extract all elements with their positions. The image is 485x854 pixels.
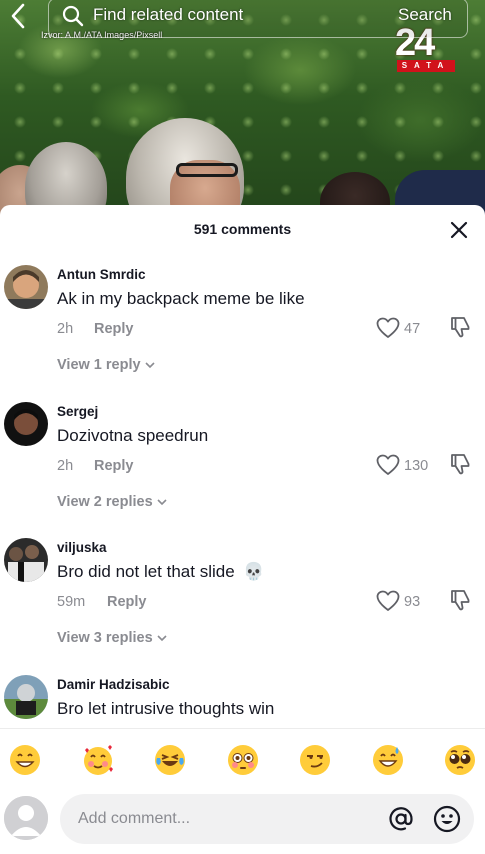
like-count: 130 xyxy=(404,458,429,474)
search-placeholder[interactable]: Find related content xyxy=(93,5,243,25)
emoji-picker-icon[interactable] xyxy=(433,805,461,833)
comment-timestamp: 2h xyxy=(57,458,74,474)
like-count: 47 xyxy=(404,321,421,337)
video-person-glasses xyxy=(176,163,238,177)
avatar[interactable] xyxy=(4,675,48,719)
comment-username[interactable]: Antun Smrdic xyxy=(57,267,146,282)
reply-button[interactable]: Reply xyxy=(107,594,147,610)
view-replies-button[interactable]: View 2 replies xyxy=(57,494,167,510)
comment-item: viljuska Bro did not let that slide 💀 59… xyxy=(0,538,485,674)
avatar[interactable] xyxy=(4,265,48,309)
like-count: 93 xyxy=(404,594,421,610)
comment-timestamp: 59m xyxy=(57,594,86,610)
avatar[interactable] xyxy=(4,402,48,446)
comment-text: Bro let intrusive thoughts win xyxy=(57,699,275,718)
search-icon xyxy=(62,5,84,27)
broadcaster-logo-bar: SATA xyxy=(397,60,455,72)
view-replies-button[interactable]: View 3 replies xyxy=(57,630,167,646)
chevron-down-icon xyxy=(157,635,167,642)
avatar[interactable] xyxy=(4,538,48,582)
chevron-down-icon xyxy=(157,499,167,506)
view-replies-button[interactable]: View 1 reply xyxy=(57,357,155,373)
mention-icon[interactable] xyxy=(388,806,414,832)
comment-text: Dozivotna speedrun xyxy=(57,426,209,445)
comment-count: 591 comments xyxy=(193,221,292,237)
reply-button[interactable]: Reply xyxy=(94,321,134,337)
reply-button[interactable]: Reply xyxy=(94,458,134,474)
view-replies-label: View 2 replies xyxy=(57,494,153,510)
emoji-smirking[interactable] xyxy=(298,743,332,777)
back-arrow-icon[interactable] xyxy=(6,2,30,30)
dislike-icon[interactable] xyxy=(449,452,471,476)
comment-input-bar xyxy=(0,790,485,854)
emoji-pleading[interactable] xyxy=(443,743,477,777)
close-icon[interactable] xyxy=(448,219,470,241)
emoji-grinning-sweat[interactable] xyxy=(371,743,405,777)
comment-timestamp: 2h xyxy=(57,321,74,337)
comment-item: Sergej Dozivotna speedrun 2h Reply 130 V… xyxy=(0,402,485,538)
comment-text-body: Bro did not let that slide xyxy=(57,562,235,581)
comment-item: Antun Smrdic Ak in my backpack meme be l… xyxy=(0,265,485,401)
dislike-icon[interactable] xyxy=(449,588,471,612)
comments-header: 591 comments xyxy=(0,205,485,253)
emoji-tears-of-joy[interactable] xyxy=(153,743,187,777)
comment-username[interactable]: Damir Hadzisabic xyxy=(57,677,170,692)
heart-icon[interactable] xyxy=(376,454,400,476)
emoji-flushed[interactable] xyxy=(226,743,260,777)
skull-emoji: 💀 xyxy=(243,562,265,581)
emoji-smiling-hearts[interactable] xyxy=(81,743,115,777)
quick-emoji-bar xyxy=(0,728,485,790)
comment-item: Damir Hadzisabic Bro let intrusive thoug… xyxy=(0,675,485,728)
current-user-avatar[interactable] xyxy=(4,796,48,840)
comment-text: Ak in my backpack meme be like xyxy=(57,289,305,308)
emoji-grinning[interactable] xyxy=(8,743,42,777)
chevron-down-icon xyxy=(144,362,155,369)
view-replies-label: View 3 replies xyxy=(57,630,153,646)
heart-icon[interactable] xyxy=(376,317,400,339)
view-replies-label: View 1 reply xyxy=(57,357,141,373)
dislike-icon[interactable] xyxy=(449,315,471,339)
comment-username[interactable]: Sergej xyxy=(57,404,98,419)
comment-text: Bro did not let that slide 💀 xyxy=(57,562,265,582)
heart-icon[interactable] xyxy=(376,590,400,612)
comment-username[interactable]: viljuska xyxy=(57,540,107,555)
search-button[interactable]: Search xyxy=(398,5,452,25)
